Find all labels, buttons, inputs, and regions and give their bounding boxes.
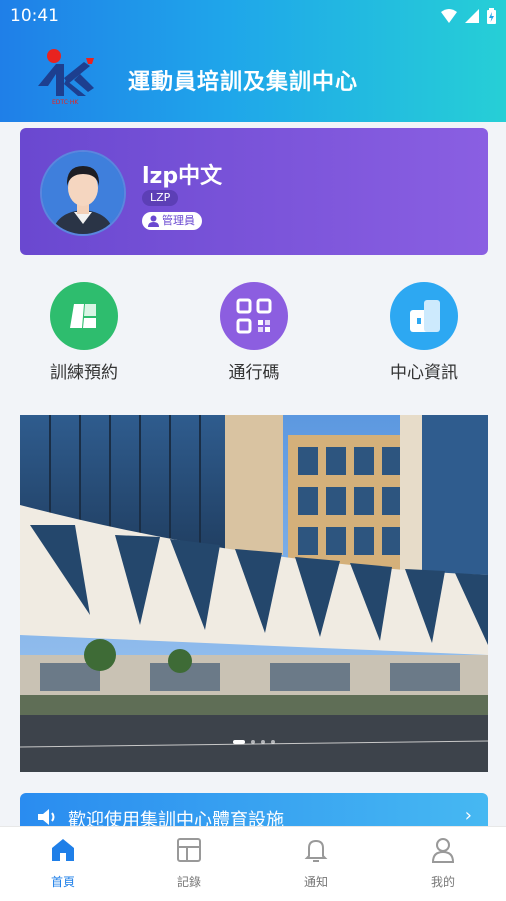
user-name: lzp中文 — [142, 164, 223, 189]
profile-icon — [431, 838, 455, 863]
carousel-dot[interactable] — [251, 739, 255, 744]
status-icons — [441, 8, 496, 24]
carousel-dot[interactable] — [261, 739, 265, 744]
bottom-tab-bar: 首頁 記錄 通知 我的 — [0, 826, 506, 901]
tab-notifications[interactable]: 通知 — [253, 837, 379, 890]
signal-icon — [465, 9, 479, 23]
tab-home[interactable]: 首頁 — [0, 837, 126, 890]
carousel-dot[interactable] — [271, 739, 275, 744]
qr-code-icon — [220, 282, 288, 350]
quick-action-label: 通行碼 — [228, 363, 280, 383]
app-logo: EDTC·HK — [34, 44, 100, 106]
logo-text: EDTC·HK — [52, 99, 79, 106]
tab-label: 通知 — [303, 875, 328, 889]
records-icon — [177, 838, 201, 862]
tab-profile[interactable]: 我的 — [380, 837, 506, 890]
profile-card[interactable]: lzp中文 LZP 管理員 — [20, 128, 488, 255]
app-title: 運動員培訓及集訓中心 — [128, 70, 359, 95]
status-time: 10:41 — [10, 6, 59, 26]
wifi-icon — [441, 9, 457, 23]
tab-label: 記錄 — [176, 875, 201, 889]
tab-label: 首頁 — [50, 875, 75, 889]
quick-action-label: 訓練預約 — [50, 363, 118, 383]
tab-records[interactable]: 記錄 — [126, 837, 252, 890]
banner-image[interactable] — [20, 415, 488, 772]
banner-carousel[interactable] — [20, 415, 488, 772]
home-icon — [52, 839, 74, 861]
avatar[interactable] — [40, 150, 126, 236]
tab-label: 我的 — [430, 875, 455, 889]
user-tag: LZP — [142, 190, 179, 206]
bell-icon — [304, 839, 328, 862]
app-header: 10:41 EDTC·HK 運動員培訓及集訓中心 — [0, 0, 506, 122]
quick-action-pass[interactable]: 通行碼 — [194, 282, 314, 383]
quick-action-info[interactable]: 中心資訊 — [364, 282, 484, 383]
battery-icon — [487, 8, 496, 24]
speaker-icon — [38, 809, 55, 825]
role-badge: 管理員 — [142, 212, 202, 230]
quick-action-label: 中心資訊 — [390, 363, 458, 383]
quick-action-booking[interactable]: 訓練預約 — [24, 282, 144, 383]
user-icon — [148, 215, 159, 227]
carousel-dot[interactable] — [233, 739, 245, 744]
quick-actions: 訓練預約 通行碼 中心資訊 — [20, 282, 488, 392]
building-icon — [390, 282, 458, 350]
role-label: 管理員 — [162, 214, 195, 227]
chevron-right-icon: › — [464, 805, 472, 826]
carousel-indicator[interactable] — [20, 731, 488, 750]
status-bar: 10:41 — [0, 0, 506, 34]
booking-icon — [50, 282, 118, 350]
